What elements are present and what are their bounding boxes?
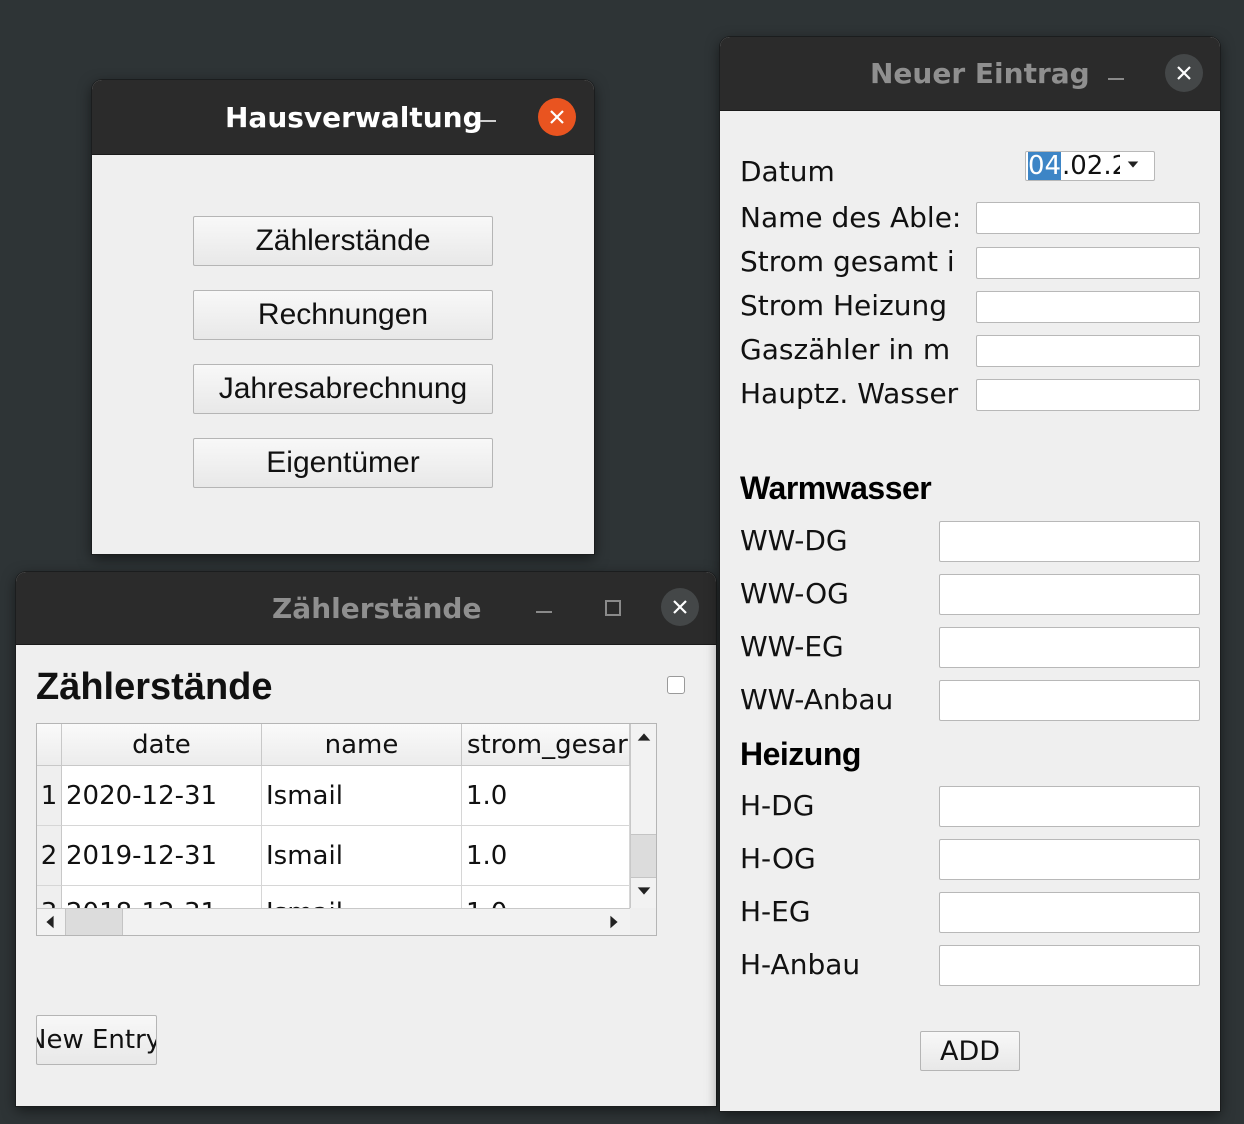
h-dg-field[interactable]: [939, 786, 1200, 827]
warmwasser-heading: Warmwasser: [740, 470, 932, 506]
scroll-corner: [630, 908, 656, 935]
ww-og-field[interactable]: [939, 574, 1200, 615]
table-cell-name[interactable]: Ismail: [262, 826, 462, 886]
h-anbau-label: H-Anbau: [740, 948, 861, 981]
zaehlerstaende-button[interactable]: Zählerstände: [193, 216, 493, 266]
heizung-heading: Heizung: [740, 736, 861, 772]
ww-eg-label: WW-EG: [740, 630, 844, 663]
window-title: Zählerstände: [272, 592, 482, 625]
h-anbau-field[interactable]: [939, 945, 1200, 986]
rechnungen-button[interactable]: Rechnungen: [193, 290, 493, 340]
h-og-field[interactable]: [939, 839, 1200, 880]
jahresabrechnung-button[interactable]: Jahresabrechnung: [193, 364, 493, 414]
ww-dg-field[interactable]: [939, 521, 1200, 562]
titlebar[interactable]: Neuer Eintrag: [720, 37, 1220, 111]
ableser-name-field[interactable]: [976, 202, 1200, 234]
row-number[interactable]: 1: [37, 766, 62, 826]
ww-eg-field[interactable]: [939, 627, 1200, 668]
ableser-name-label: Name des Able:: [740, 201, 962, 234]
ww-anbau-field[interactable]: [939, 680, 1200, 721]
minimize-button[interactable]: [1108, 78, 1124, 80]
add-button[interactable]: ADD: [920, 1031, 1020, 1071]
scroll-thumb[interactable]: [65, 909, 123, 935]
new-entry-label: New Entry: [36, 1025, 157, 1055]
hausverwaltung-window: Hausverwaltung Zählerstände Rechnungen J…: [92, 80, 594, 554]
close-icon: [673, 600, 687, 614]
row-number[interactable]: 2: [37, 826, 62, 886]
hauptzaehler-wasser-label: Hauptz. Wasser: [740, 377, 959, 410]
new-entry-button[interactable]: New Entry: [36, 1015, 157, 1065]
scroll-up-icon[interactable]: [635, 728, 653, 746]
column-header-name[interactable]: name: [262, 724, 462, 766]
corner-header: [37, 724, 62, 766]
strom-gesamt-field[interactable]: [976, 247, 1200, 279]
datum-label: Datum: [740, 155, 835, 188]
column-header-date[interactable]: date: [62, 724, 262, 766]
table-cell-strom[interactable]: 1.0: [462, 826, 630, 886]
checkbox[interactable]: [667, 676, 685, 694]
close-button[interactable]: [538, 98, 576, 136]
scroll-thumb[interactable]: [631, 834, 656, 878]
close-button[interactable]: [661, 588, 699, 626]
close-icon: [1177, 66, 1191, 80]
h-og-label: H-OG: [740, 842, 816, 875]
maximize-button[interactable]: [605, 600, 621, 616]
close-icon: [550, 110, 564, 124]
hauptzaehler-wasser-field[interactable]: [976, 379, 1200, 411]
vertical-scrollbar[interactable]: [630, 724, 656, 908]
data-table: date name strom_gesar 1 2020-12-31 Ismai…: [36, 723, 657, 936]
window-title: Hausverwaltung: [225, 101, 483, 134]
minimize-button[interactable]: [536, 611, 552, 613]
scroll-down-icon[interactable]: [635, 882, 653, 900]
titlebar[interactable]: Hausverwaltung: [92, 80, 594, 155]
date-day-selected[interactable]: 04: [1028, 152, 1062, 180]
h-dg-label: H-DG: [740, 789, 815, 822]
date-edit[interactable]: 04 .02.2: [1025, 151, 1155, 181]
horizontal-scrollbar[interactable]: [37, 908, 630, 935]
column-header-strom[interactable]: strom_gesar: [462, 724, 630, 766]
scroll-right-icon[interactable]: [605, 913, 623, 931]
window-title: Neuer Eintrag: [870, 57, 1090, 90]
neuer-eintrag-window: Neuer Eintrag Datum 04 .02.2 Name des Ab…: [720, 37, 1220, 1111]
table-cell-strom[interactable]: 1.0: [462, 766, 630, 826]
page-heading: Zählerstände: [36, 666, 273, 708]
table-cell-date[interactable]: 2019-12-31: [62, 826, 262, 886]
date-rest: .02.2: [1062, 152, 1120, 180]
h-eg-label: H-EG: [740, 895, 811, 928]
table-cell-date[interactable]: 2020-12-31: [62, 766, 262, 826]
strom-heizung-field[interactable]: [976, 291, 1200, 323]
h-eg-field[interactable]: [939, 892, 1200, 933]
eigentuemer-button[interactable]: Eigentümer: [193, 438, 493, 488]
gaszaehler-label: Gaszähler in m: [740, 333, 951, 366]
gaszaehler-field[interactable]: [976, 335, 1200, 367]
scroll-left-icon[interactable]: [41, 913, 59, 931]
ww-dg-label: WW-DG: [740, 524, 848, 557]
dropdown-arrow-icon[interactable]: [1126, 158, 1140, 172]
strom-gesamt-label: Strom gesamt i: [740, 245, 955, 278]
table-cell-name[interactable]: Ismail: [262, 766, 462, 826]
minimize-button[interactable]: [480, 120, 496, 122]
zaehlerstaende-window: Zählerstände Zählerstände date name stro…: [16, 572, 716, 1106]
strom-heizung-label: Strom Heizung: [740, 289, 947, 322]
ww-anbau-label: WW-Anbau: [740, 683, 894, 716]
ww-og-label: WW-OG: [740, 577, 849, 610]
close-button[interactable]: [1165, 54, 1203, 92]
titlebar[interactable]: Zählerstände: [16, 572, 716, 645]
